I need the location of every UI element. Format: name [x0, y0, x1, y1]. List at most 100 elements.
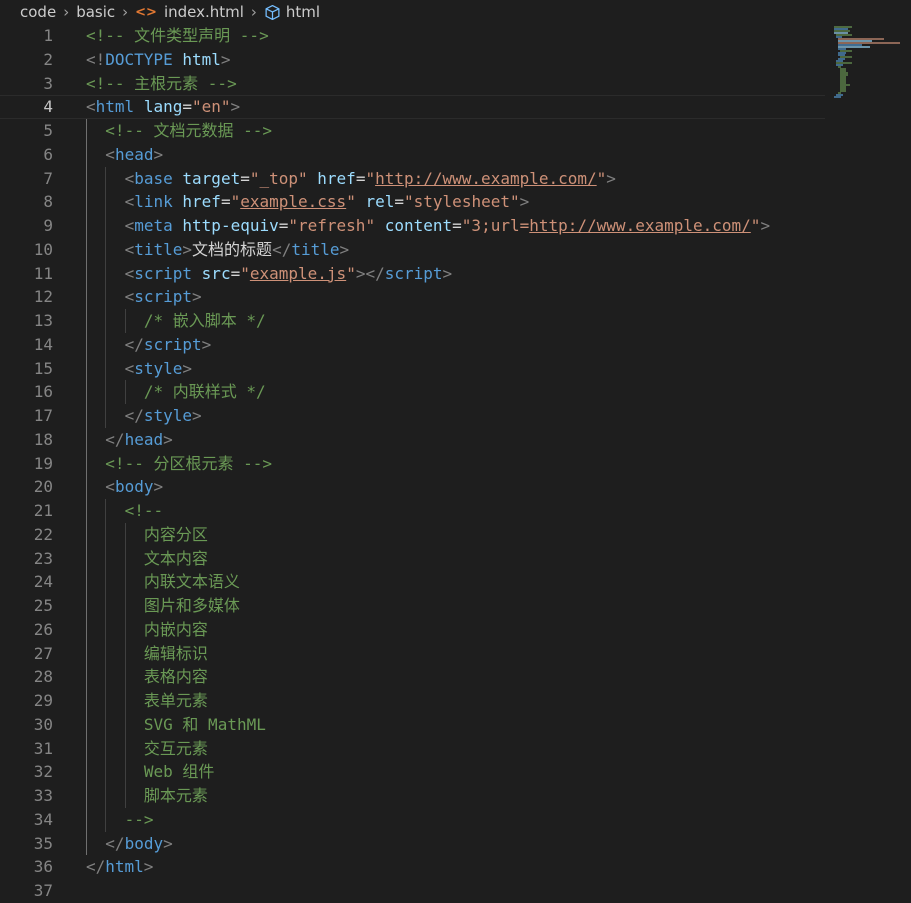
indent-guide	[86, 309, 87, 333]
code-line[interactable]: 1 <!-- 文件类型声明 -->	[0, 24, 825, 48]
code-line[interactable]: 24 内联文本语义	[0, 570, 825, 594]
indent-guide	[105, 166, 107, 191]
code-line[interactable]: 5 <!-- 文档元数据 -->	[0, 119, 825, 143]
minimap[interactable]	[832, 25, 907, 100]
code-line[interactable]: 33 脚本元素	[0, 784, 825, 808]
code-line[interactable]: 9 <meta http-equiv="refresh" content="3;u…	[0, 214, 825, 238]
breadcrumb-file[interactable]: index.html	[164, 3, 244, 21]
code-token: /* 嵌入脚本 */	[143, 311, 266, 330]
breadcrumb-folder-code[interactable]: code	[20, 3, 56, 21]
code-token: <!	[86, 49, 106, 69]
indent-guide	[124, 594, 126, 618]
code-text: <link href="example.css" rel="stylesheet…	[125, 190, 530, 214]
code-text: </html>	[86, 855, 153, 879]
code-line[interactable]: 32 Web 组件	[0, 760, 825, 784]
code-token: 脚本元素	[143, 786, 208, 805]
code-line[interactable]: 20 <body>	[0, 475, 825, 499]
code-token: </	[105, 429, 125, 449]
code-token: >	[519, 192, 530, 212]
code-line[interactable]: 12 <script>	[0, 285, 825, 309]
indent-guide	[105, 404, 107, 428]
code-text: 内联文本语义	[144, 570, 240, 594]
indent-guide	[105, 190, 107, 214]
code-line[interactable]: 25 图片和多媒体	[0, 594, 825, 618]
code-line[interactable]: 21 <!--	[0, 499, 825, 523]
code-text: <html lang="en">	[86, 96, 240, 118]
code-line[interactable]: 18 </head>	[0, 427, 825, 452]
indent-guide	[86, 641, 87, 666]
code-line[interactable]: 17 </style>	[0, 404, 825, 428]
code-token: <	[105, 477, 115, 497]
code-text: <base target="_top" href="http://www.exa…	[125, 167, 616, 191]
code-line[interactable]: 2 <!DOCTYPE html>	[0, 48, 825, 72]
code-text: 交互元素	[144, 737, 208, 761]
line-number: 14	[33, 334, 53, 354]
code-token: html	[95, 97, 135, 117]
code-text: <!-- 主根元素 -->	[86, 72, 237, 96]
line-number: 29	[33, 691, 53, 710]
code-line[interactable]: 3 <!-- 主根元素 -->	[0, 72, 825, 96]
breadcrumb-element[interactable]: html	[286, 3, 320, 21]
code-line[interactable]: 8 <link href="example.css" rel="styleshee…	[0, 190, 825, 214]
code-line[interactable]: 19 <!-- 分区根元素 -->	[0, 451, 825, 476]
code-line[interactable]: 30 SVG 和 MathML	[0, 712, 825, 737]
indent-guide	[86, 831, 87, 856]
code-token: script	[143, 334, 202, 354]
code-line[interactable]: 37	[0, 879, 825, 903]
code-line[interactable]: 29 表单元素	[0, 689, 825, 713]
indent-guide	[124, 617, 126, 642]
indent-guide	[86, 237, 87, 262]
chevron-right-icon: ›	[250, 3, 257, 21]
code-line[interactable]: 10 <title>文档的标题</title>	[0, 237, 825, 262]
code-line[interactable]: 23 文本内容	[0, 546, 825, 571]
code-text: <meta http-equiv="refresh" content="3;ur…	[125, 214, 770, 238]
code-line[interactable]: 35 </body>	[0, 831, 825, 856]
code-line[interactable]: 11 <script src="example.js"></script>	[0, 261, 825, 286]
indent-guide	[86, 594, 87, 618]
code-line[interactable]: 34 -->	[0, 807, 825, 832]
code-token: </	[86, 857, 106, 877]
code-line[interactable]: 14 </script>	[0, 332, 825, 357]
code-line[interactable]: 26 内嵌内容	[0, 617, 825, 642]
code-token: html	[105, 857, 144, 877]
code-token: 内联文本语义	[143, 572, 240, 592]
code-line[interactable]: 27 编辑标识	[0, 641, 825, 666]
code-token: 图片和多媒体	[143, 596, 240, 615]
code-line[interactable]: 15 <style>	[0, 356, 825, 381]
code-token: Web 组件	[143, 762, 215, 782]
code-line[interactable]: 13 /* 嵌入脚本 */	[0, 309, 825, 333]
code-token: >	[201, 334, 212, 354]
indent-guide	[105, 641, 107, 666]
code-line[interactable]: 31 交互元素	[0, 736, 825, 761]
code-line[interactable]: 4 <html lang="en">	[0, 95, 825, 120]
code-editor[interactable]: 1 <!-- 文件类型声明 --> 2 <!DOCTYPE html> 3 <!-- 主根…	[0, 24, 911, 902]
code-token: target	[182, 168, 241, 188]
line-number: 32	[33, 762, 53, 782]
code-token: =	[182, 97, 192, 117]
code-text: <!--	[125, 499, 164, 523]
code-line[interactable]: 7 <base target="_top" href="http://www.ex…	[0, 166, 825, 191]
code-token: link	[134, 192, 173, 212]
breadcrumb-folder-basic[interactable]: basic	[76, 3, 115, 21]
indent-guide	[105, 285, 107, 309]
indent-guide	[86, 522, 87, 547]
code-text: 文本内容	[144, 547, 208, 571]
code-token: <	[124, 263, 135, 283]
line-number: 25	[33, 596, 53, 615]
line-number: 20	[33, 477, 53, 497]
code-line[interactable]: 16 /* 内联样式 */	[0, 380, 825, 404]
breadcrumb: code › basic › <> index.html › html	[0, 0, 911, 24]
code-line[interactable]: 28 表格内容	[0, 665, 825, 689]
code-line[interactable]: 36 </html>	[0, 855, 825, 879]
code-token: http://www.example.com/	[375, 168, 597, 188]
code-token: <!-- 主根元素 -->	[86, 73, 237, 93]
code-token: >	[182, 239, 193, 259]
indent-guide	[86, 617, 87, 642]
code-line[interactable]: 22 内容分区	[0, 522, 825, 547]
code-token: title	[134, 239, 183, 259]
indent-guide	[124, 784, 126, 808]
code-line[interactable]: 6 <head>	[0, 142, 825, 167]
indent-guide	[86, 546, 87, 571]
line-number: 31	[33, 738, 53, 758]
